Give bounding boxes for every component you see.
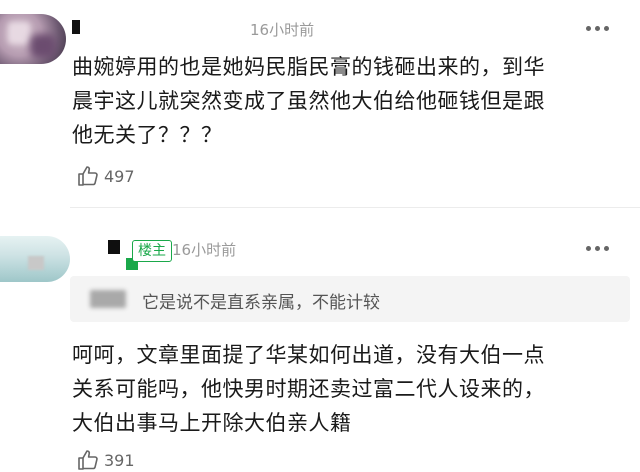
menu-dot xyxy=(595,26,600,31)
menu-dot xyxy=(604,26,609,31)
like-count: 391 xyxy=(104,450,135,470)
reply-line: 关系可能吗，他快男时期还卖过富二代人设来的， xyxy=(72,377,545,401)
username-redacted[interactable] xyxy=(108,240,120,254)
more-dots-icon[interactable] xyxy=(584,240,612,256)
reply-timestamp: 16小时前 xyxy=(172,241,237,259)
avatar[interactable] xyxy=(0,236,70,282)
quoted-text: 它是说不是直系亲属，不能计较 xyxy=(142,293,380,313)
op-badge: 楼主 xyxy=(132,240,172,262)
avatar-blur-mosaic xyxy=(30,34,56,58)
more-dots-icon[interactable] xyxy=(584,20,612,36)
quoted-reply[interactable]: 它是说不是直系亲属，不能计较 xyxy=(70,276,630,322)
reply-line: 呵呵，文章里面提了华某如何出道，没有大伯一点 xyxy=(72,343,545,367)
thumbs-up-icon xyxy=(78,166,98,186)
like-button[interactable]: 391 xyxy=(76,448,135,472)
menu-dot xyxy=(595,246,600,251)
menu-dot xyxy=(586,26,591,31)
avatar-blur-mosaic xyxy=(8,22,30,44)
menu-dot xyxy=(586,246,591,251)
comment-line: 晨宇这儿就突然变成了虽然他大伯给他砸钱但是跟 xyxy=(72,89,545,113)
divider xyxy=(70,207,640,208)
avatar[interactable] xyxy=(0,14,66,64)
reply-body: 呵呵，文章里面提了华某如何出道，没有大伯一点 关系可能吗，他快男时期还卖过富二代… xyxy=(72,338,628,440)
quoted-username-redacted xyxy=(90,290,126,308)
like-button[interactable]: 497 xyxy=(76,164,135,188)
like-count: 497 xyxy=(104,166,135,186)
thumbs-up-icon xyxy=(78,450,98,470)
menu-dot xyxy=(604,246,609,251)
username-redacted[interactable] xyxy=(72,20,80,34)
comment-timestamp: 16小时前 xyxy=(250,21,315,39)
avatar-blur-mosaic xyxy=(28,256,44,270)
comment-line: 曲婉婷用的也是她妈民脂民膏的钱砸出来的，到华 xyxy=(72,55,545,79)
comment-line: 他无关了？？？ xyxy=(72,123,223,147)
comment-body: 曲婉婷用的也是她妈民脂民膏的钱砸出来的，到华 晨宇这儿就突然变成了虽然他大伯给他… xyxy=(72,50,628,152)
reply-line: 大伯出事马上开除大伯亲人籍 xyxy=(72,411,352,435)
